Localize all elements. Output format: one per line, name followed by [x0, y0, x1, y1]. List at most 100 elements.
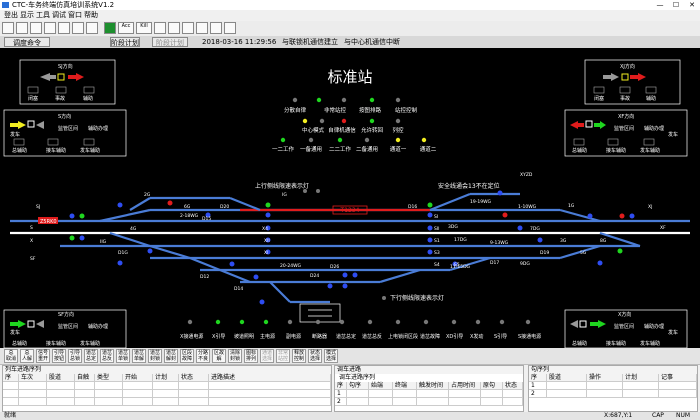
- table-cell[interactable]: [481, 398, 503, 406]
- column-header[interactable]: 计划: [153, 374, 179, 382]
- table-cell[interactable]: [3, 390, 19, 398]
- signal-light[interactable]: [167, 200, 173, 206]
- signal-light[interactable]: [265, 212, 271, 218]
- minimize-button[interactable]: —: [652, 0, 668, 10]
- table-cell[interactable]: [587, 390, 623, 398]
- table-cell[interactable]: [95, 398, 123, 406]
- control-button[interactable]: 信号 重开: [36, 349, 50, 363]
- table-cell[interactable]: [209, 382, 331, 390]
- acc-button[interactable]: Acc: [118, 22, 134, 34]
- control-button[interactable]: 图标 排列: [244, 349, 258, 363]
- table-cell[interactable]: [47, 398, 75, 406]
- signal-light[interactable]: [427, 212, 433, 218]
- table-cell[interactable]: [587, 382, 623, 390]
- control-button[interactable]: 道岔 总反: [100, 349, 114, 363]
- column-header[interactable]: 始端: [369, 382, 393, 390]
- control-button[interactable]: 通道 选择: [260, 349, 274, 363]
- table-cell[interactable]: [3, 382, 19, 390]
- table-cell[interactable]: [417, 390, 449, 398]
- control-button[interactable]: 分路 不良: [196, 349, 210, 363]
- table-cell[interactable]: [623, 382, 659, 390]
- menu-display[interactable]: 显示: [20, 10, 34, 21]
- column-header[interactable]: 勾序: [347, 382, 369, 390]
- table-cell[interactable]: [75, 390, 95, 398]
- column-header[interactable]: 计划: [623, 374, 659, 382]
- column-header[interactable]: 记事: [659, 374, 697, 382]
- zoom-fit-icon[interactable]: [182, 22, 194, 34]
- signal-light[interactable]: [517, 225, 523, 231]
- signal-light[interactable]: [537, 237, 543, 243]
- column-header[interactable]: 自触: [75, 374, 95, 382]
- table-cell[interactable]: [209, 398, 331, 406]
- table-cell[interactable]: [179, 398, 209, 406]
- maximize-button[interactable]: ☐: [668, 0, 684, 10]
- table-cell[interactable]: [209, 390, 331, 398]
- table-cell[interactable]: [153, 398, 179, 406]
- column-header[interactable]: 进路描述: [209, 374, 331, 382]
- table-cell[interactable]: [347, 398, 369, 406]
- table-cell[interactable]: [153, 382, 179, 390]
- column-header[interactable]: 原勾: [481, 382, 503, 390]
- table-cell[interactable]: [95, 390, 123, 398]
- table-cell[interactable]: 1: [529, 382, 547, 390]
- table-cell[interactable]: [369, 398, 393, 406]
- column-header[interactable]: 股道: [47, 374, 75, 382]
- layout-icon[interactable]: [30, 22, 42, 34]
- column-header[interactable]: 序: [335, 382, 347, 390]
- table-cell[interactable]: [659, 390, 697, 398]
- column-header[interactable]: 车次: [19, 374, 47, 382]
- table-cell[interactable]: [449, 398, 481, 406]
- table-cell[interactable]: [3, 398, 19, 406]
- table-cell[interactable]: [393, 390, 417, 398]
- menu-tools[interactable]: 工具: [36, 10, 50, 21]
- table-cell[interactable]: [75, 398, 95, 406]
- signal-light[interactable]: [229, 261, 235, 267]
- table-cell[interactable]: [623, 390, 659, 398]
- column-header[interactable]: 股道: [547, 374, 587, 382]
- table-cell[interactable]: [503, 390, 523, 398]
- stage-plan-button[interactable]: 阶段计划: [110, 37, 140, 47]
- signal-light[interactable]: [259, 299, 265, 305]
- column-header[interactable]: 触发时间: [417, 382, 449, 390]
- table-cell[interactable]: [369, 390, 393, 398]
- control-button[interactable]: 道岔 封锁: [148, 349, 162, 363]
- kill-button[interactable]: Kill: [136, 22, 152, 34]
- table-cell[interactable]: [47, 390, 75, 398]
- signal-light[interactable]: [342, 272, 348, 278]
- zoom-out-icon[interactable]: [168, 22, 180, 34]
- control-button[interactable]: 道岔 单锁: [116, 349, 130, 363]
- control-button[interactable]: 区段 故障: [180, 349, 194, 363]
- signal-light[interactable]: [342, 283, 348, 289]
- column-header[interactable]: 状态: [179, 374, 209, 382]
- column-header[interactable]: 状态: [503, 382, 523, 390]
- signal-light[interactable]: [352, 272, 358, 278]
- table-cell[interactable]: [503, 398, 523, 406]
- table-cell[interactable]: [123, 390, 153, 398]
- control-button[interactable]: 道岔 单解: [132, 349, 146, 363]
- history-icon[interactable]: [224, 22, 236, 34]
- zoom-icon[interactable]: [86, 22, 98, 34]
- table-cell[interactable]: [449, 390, 481, 398]
- table-cell[interactable]: [153, 390, 179, 398]
- signal-light[interactable]: [587, 213, 593, 219]
- signal-light[interactable]: [117, 202, 123, 208]
- signal-light[interactable]: [69, 235, 75, 241]
- table-cell[interactable]: [75, 382, 95, 390]
- table-cell[interactable]: [659, 382, 697, 390]
- column-header[interactable]: 终端: [393, 382, 417, 390]
- menu-help[interactable]: 帮助: [84, 10, 98, 21]
- signal-light[interactable]: [69, 213, 75, 219]
- table-cell[interactable]: [393, 398, 417, 406]
- keypad-icon[interactable]: [58, 22, 70, 34]
- column-header[interactable]: 类型: [95, 374, 123, 382]
- zoom-in-icon[interactable]: [154, 22, 166, 34]
- control-button[interactable]: 释放 控制: [292, 349, 306, 363]
- table-cell[interactable]: [179, 382, 209, 390]
- signal-light[interactable]: [597, 260, 603, 266]
- signal-light[interactable]: [497, 190, 503, 196]
- table-cell[interactable]: [19, 390, 47, 398]
- signal-light[interactable]: [79, 235, 85, 241]
- signal-light[interactable]: [427, 249, 433, 255]
- column-header[interactable]: 开始: [123, 374, 153, 382]
- control-button[interactable]: 清除 封锁: [228, 349, 242, 363]
